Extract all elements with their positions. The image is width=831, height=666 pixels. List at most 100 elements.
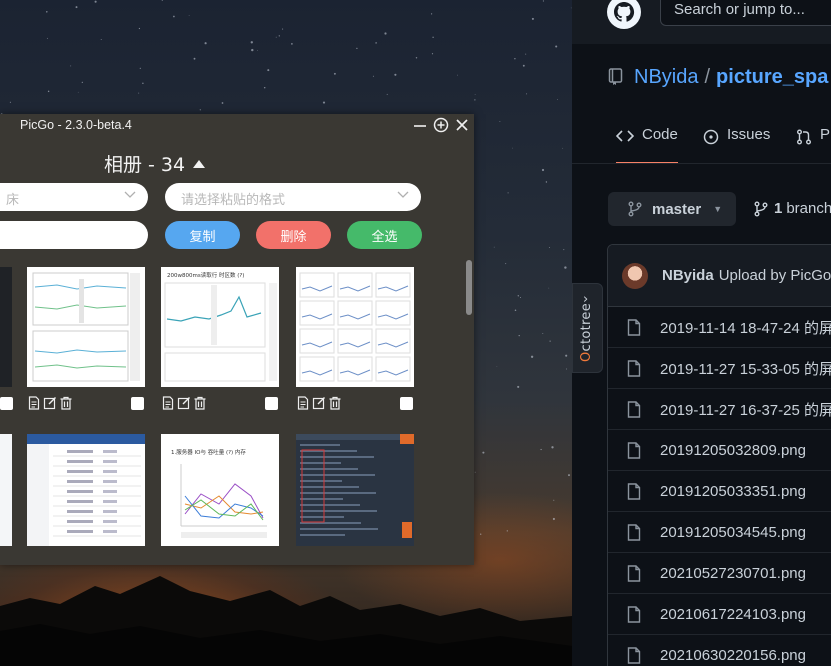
file-name[interactable]: 20210527230701.png	[660, 565, 806, 582]
branch-name: master	[652, 200, 702, 218]
code-icon	[616, 130, 634, 142]
branches-link[interactable]: 1 branch	[754, 200, 831, 217]
file-row[interactable]: 20210527230701.png	[608, 553, 831, 594]
document-icon[interactable]	[161, 396, 175, 410]
trash-icon[interactable]	[193, 396, 207, 410]
octotree-label: Octotree	[579, 303, 594, 362]
gallery-image[interactable]	[0, 267, 12, 387]
tab-issues-label: Issues	[727, 126, 771, 143]
image-select-checkbox[interactable]	[131, 397, 144, 410]
branch-count: 1	[774, 200, 783, 217]
github-logo-icon[interactable]	[606, 0, 642, 30]
tab-pull-requests[interactable]: P	[796, 126, 830, 164]
gallery-image[interactable]	[27, 434, 145, 546]
gallery-image[interactable]	[0, 434, 12, 546]
file-name[interactable]: 20191205034545.png	[660, 524, 806, 541]
copy-button[interactable]: 复制	[165, 221, 240, 249]
file-row[interactable]: 20210617224103.png	[608, 594, 831, 635]
file-row[interactable]: 2019-11-27 15-33-05 的屏	[608, 348, 831, 389]
file-icon	[627, 646, 641, 664]
select-all-button[interactable]: 全选	[347, 221, 422, 249]
file-name[interactable]: 20210617224103.png	[660, 606, 806, 623]
edit-icon[interactable]	[43, 396, 57, 410]
search-input[interactable]: Search or jump to...	[660, 0, 831, 26]
window-title: PicGo - 2.3.0-beta.4	[20, 118, 132, 132]
minimize-icon[interactable]	[412, 117, 428, 133]
tab-divider	[572, 163, 831, 164]
file-name[interactable]: 2019-11-27 15-33-05 的屏	[660, 358, 831, 379]
document-icon[interactable]	[296, 396, 310, 410]
file-list: NByida Upload by PicGo 2019-11-14 18-47-…	[607, 244, 831, 666]
picbed-select-value: 床	[6, 193, 20, 208]
close-icon[interactable]	[454, 117, 470, 133]
image-select-checkbox[interactable]	[0, 397, 13, 410]
window-titlebar[interactable]: PicGo - 2.3.0-beta.4	[0, 114, 474, 138]
branch-icon	[754, 201, 768, 216]
paste-format-placeholder: 请选择粘贴的格式	[181, 193, 286, 208]
branch-icon	[628, 201, 642, 217]
search-input[interactable]	[0, 221, 148, 249]
repo-owner-link[interactable]: NByida	[634, 66, 698, 89]
file-row[interactable]: 20191205033351.png	[608, 471, 831, 512]
scrollbar-thumb[interactable]	[466, 260, 472, 315]
avatar[interactable]	[622, 262, 648, 289]
picgo-window: PicGo - 2.3.0-beta.4 相册 - 34 床 请选择粘贴的格式 …	[0, 114, 474, 565]
image-actions	[27, 396, 73, 410]
file-icon	[627, 605, 641, 623]
file-name[interactable]: 20191205033351.png	[660, 483, 806, 500]
file-row[interactable]: 20210630220156.png	[608, 635, 831, 666]
gallery-image[interactable]	[296, 434, 414, 546]
gallery-image[interactable]	[296, 267, 414, 387]
file-icon	[627, 359, 641, 377]
paste-format-select[interactable]: 请选择粘贴的格式	[165, 183, 421, 211]
image-actions	[161, 396, 207, 410]
tab-issues[interactable]: Issues	[703, 126, 770, 164]
trash-icon[interactable]	[328, 396, 342, 410]
issue-icon	[703, 129, 719, 145]
branch-select-button[interactable]: master ▼	[608, 192, 736, 226]
file-icon	[627, 318, 641, 336]
album-title-text: 相册 - 34	[104, 154, 186, 176]
file-name[interactable]: 20191205032809.png	[660, 442, 806, 459]
image-select-checkbox[interactable]	[265, 397, 278, 410]
maximize-icon[interactable]	[433, 117, 449, 133]
file-row[interactable]: 20191205034545.png	[608, 512, 831, 553]
caret-down-icon: ▼	[713, 204, 723, 214]
gallery-image[interactable]	[27, 267, 145, 387]
file-name[interactable]: 2019-11-14 18-47-24 的屏	[660, 317, 831, 338]
image-actions	[296, 396, 342, 410]
image-select-checkbox[interactable]	[400, 397, 413, 410]
svg-text:1.服务器 IO与 吞吐量 (?) 内存: 1.服务器 IO与 吞吐量 (?) 内存	[171, 448, 246, 456]
pull-request-icon	[797, 129, 811, 145]
trash-icon[interactable]	[59, 396, 73, 410]
file-name[interactable]: 2019-11-27 16-37-25 的屏	[660, 399, 831, 420]
document-icon[interactable]	[27, 396, 41, 410]
octotree-toggle[interactable]: › Octotree	[572, 283, 603, 373]
file-row[interactable]: 20191205032809.png	[608, 430, 831, 471]
file-row[interactable]: 2019-11-14 18-47-24 的屏	[608, 307, 831, 348]
file-icon	[627, 523, 641, 541]
repo-tabs: Code Issues P	[608, 126, 831, 164]
chevron-down-icon	[397, 191, 409, 198]
delete-button[interactable]: 删除	[256, 221, 331, 249]
gallery-image[interactable]: 200w800ms读取行 时区数 (?)	[161, 267, 279, 387]
file-icon	[627, 441, 641, 459]
file-icon	[627, 400, 641, 418]
gallery-image[interactable]: 1.服务器 IO与 吞吐量 (?) 内存	[161, 434, 279, 546]
repo-separator: /	[704, 65, 711, 88]
file-row[interactable]: 2019-11-27 16-37-25 的屏	[608, 389, 831, 430]
album-title[interactable]: 相册 - 34	[104, 150, 206, 177]
edit-icon[interactable]	[312, 396, 326, 410]
edit-icon[interactable]	[177, 396, 191, 410]
repo-name-link[interactable]: picture_spa	[716, 66, 828, 89]
commit-author[interactable]: NByida	[662, 267, 714, 284]
tab-code[interactable]: Code	[616, 126, 678, 164]
commit-message[interactable]: Upload by PicGo	[719, 267, 831, 284]
picbed-select[interactable]: 床	[0, 183, 148, 211]
file-name[interactable]: 20210630220156.png	[660, 647, 806, 664]
caret-up-icon	[193, 159, 206, 168]
latest-commit-bar: NByida Upload by PicGo	[608, 245, 831, 307]
repo-title: NByida / picture_spa	[608, 64, 828, 90]
github-header: Search or jump to...	[572, 0, 831, 44]
file-icon	[627, 482, 641, 500]
